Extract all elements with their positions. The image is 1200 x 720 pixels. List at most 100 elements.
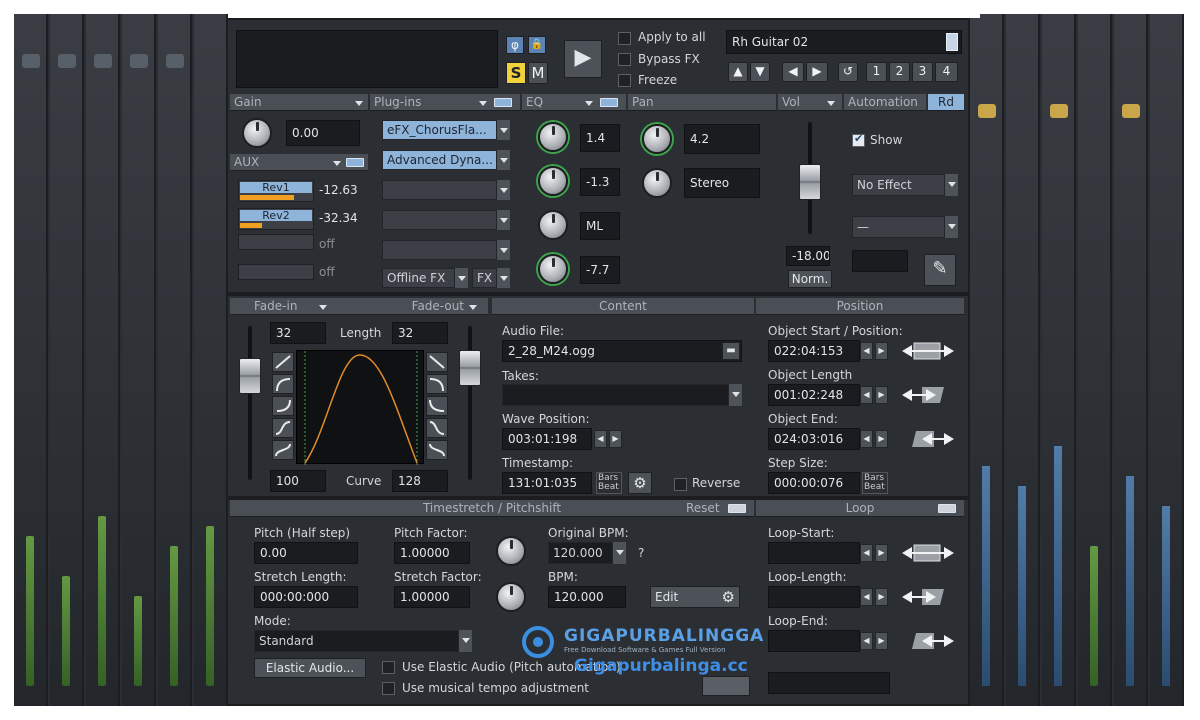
gain-value[interactable]: 0.00 (286, 120, 360, 146)
object-end-move-icon[interactable] (900, 429, 954, 449)
fade-in-curve-value[interactable]: 100 (270, 470, 326, 492)
aux-send-4-value[interactable]: off (314, 262, 360, 284)
plugin-slot-5[interactable] (382, 240, 510, 260)
loop-length-resize-icon[interactable] (900, 587, 954, 607)
fade-out-curve-log[interactable] (426, 374, 448, 394)
fade-in-header[interactable]: Fade-in (230, 298, 358, 315)
stretch-factor-field[interactable]: 1.00000 (394, 586, 470, 608)
aux-send-3-value[interactable]: off (314, 234, 360, 256)
fade-in-curve-exp[interactable] (272, 396, 294, 416)
pan-value[interactable]: 4.2 (684, 124, 760, 154)
timestamp-gear-icon[interactable]: ⚙ (628, 472, 652, 494)
pitch-field[interactable]: 0.00 (254, 542, 358, 564)
eq-value-2[interactable]: -1.3 (580, 168, 620, 196)
fade-in-slider[interactable] (239, 358, 261, 394)
stereo-knob[interactable] (642, 168, 672, 198)
fade-out-slider[interactable] (459, 350, 481, 386)
aux-led[interactable] (346, 158, 364, 167)
object-length-field[interactable]: 001:02:248 (768, 384, 860, 406)
plugin-slot-1[interactable]: eFX_ChorusFla... (382, 120, 510, 140)
solo-button[interactable]: S (506, 62, 526, 84)
gain-knob[interactable] (242, 118, 272, 148)
eq-value-1[interactable]: 1.4 (580, 124, 620, 152)
fade-in-value[interactable]: 32 (270, 322, 326, 344)
takes-dropdown[interactable] (502, 384, 742, 406)
fade-curve-display[interactable] (296, 350, 424, 465)
automation-show-checkbox[interactable]: ✔ (852, 132, 865, 147)
aux-send-3[interactable] (238, 234, 314, 250)
stretch-length-field[interactable]: 000:00:000 (254, 586, 358, 608)
automation-param-dropdown[interactable]: — (852, 216, 958, 238)
object-start-move-icon[interactable] (900, 341, 954, 361)
fade-in-curve-soft[interactable] (272, 440, 294, 460)
bypass-fx-checkbox[interactable] (618, 53, 631, 66)
object-end-spinner[interactable]: ◀ ▶ (860, 430, 888, 448)
mode-dropdown[interactable]: Standard (254, 630, 472, 652)
phase-button[interactable]: φ (506, 36, 524, 54)
object-length-spinner[interactable]: ◀ ▶ (860, 386, 888, 404)
eq-knob-3[interactable] (538, 210, 568, 240)
fade-in-curve-linear[interactable] (272, 352, 294, 372)
plugin-slot-2[interactable]: Advanced Dyna... (382, 150, 510, 170)
automation-value-field[interactable] (852, 250, 908, 272)
fade-out-value[interactable]: 32 (392, 322, 448, 344)
fade-out-curve-exp[interactable] (426, 396, 448, 416)
volume-value[interactable]: -18.00 (786, 246, 830, 266)
eq-value-3[interactable]: ML (580, 212, 620, 240)
timestretch-led[interactable] (728, 504, 746, 513)
step-size-field[interactable]: 000:00:076 (768, 472, 860, 494)
pan-mode[interactable]: Stereo (684, 168, 760, 198)
loop-led[interactable] (938, 504, 956, 513)
preset-4-button[interactable]: 4 (935, 62, 958, 82)
wave-position-field[interactable]: 003:01:198 (502, 428, 592, 450)
plugin-slot-3[interactable] (382, 180, 510, 200)
eq-value-4[interactable]: -7.7 (580, 256, 620, 284)
automation-draw-button[interactable]: ✎ (924, 254, 956, 286)
use-musical-tempo-checkbox[interactable] (382, 682, 395, 695)
offline-fx-dropdown[interactable]: Offline FX (382, 268, 468, 288)
pan-knob[interactable] (642, 124, 672, 154)
play-button[interactable]: ▶ (564, 40, 602, 78)
normalize-button[interactable]: Norm. (788, 270, 832, 288)
fade-in-slider-track[interactable] (248, 326, 252, 480)
loop-start-field[interactable] (768, 542, 860, 564)
preset-3-button[interactable]: 3 (912, 62, 933, 82)
pitch-knob[interactable] (496, 536, 526, 566)
plugin-slot-4[interactable] (382, 210, 510, 230)
object-start-spinner[interactable]: ◀ ▶ (860, 342, 888, 360)
track-color-swatch[interactable] (946, 33, 958, 51)
track-name-field[interactable]: Rh Guitar 02 (726, 30, 962, 54)
preset-2-button[interactable]: 2 (889, 62, 910, 82)
loop-start-move-icon[interactable] (900, 543, 954, 563)
loop-start-spinner[interactable]: ◀ ▶ (860, 544, 888, 562)
object-length-resize-icon[interactable] (900, 385, 954, 405)
aux-send-1[interactable]: Rev1 (238, 180, 314, 202)
fade-out-curve-value[interactable]: 128 (392, 470, 448, 492)
loop-end-move-icon[interactable] (900, 631, 954, 651)
aux-send-1-value[interactable]: -12.63 (314, 180, 360, 202)
bpm-field[interactable]: 120.000 (548, 586, 626, 608)
eq-knob-4[interactable] (538, 254, 568, 284)
reverse-checkbox[interactable] (674, 478, 687, 491)
fade-out-curve-linear[interactable] (426, 352, 448, 372)
loop-length-field[interactable] (768, 586, 860, 608)
loop-length-spinner[interactable]: ◀ ▶ (860, 588, 888, 606)
gain-header[interactable]: Gain (230, 94, 368, 111)
fx-dropdown[interactable]: FX (472, 268, 510, 288)
wave-position-spinner[interactable]: ◀ ▶ (594, 430, 622, 448)
object-start-field[interactable]: 022:04:153 (768, 340, 860, 362)
volume-fader[interactable] (799, 164, 821, 200)
fade-in-curve-scurve[interactable] (272, 418, 294, 438)
mute-button[interactable]: M (528, 62, 548, 84)
stretch-knob[interactable] (496, 582, 526, 612)
arrow-down-button[interactable]: ▼ (750, 62, 770, 82)
loop-end-field[interactable] (768, 630, 860, 652)
automation-effect-dropdown[interactable]: No Effect (852, 174, 958, 196)
eq-knob-2[interactable] (538, 166, 568, 196)
aux-send-2[interactable]: Rev2 (238, 208, 314, 230)
elastic-audio-button[interactable]: Elastic Audio... (254, 658, 366, 678)
fade-in-curve-log[interactable] (272, 374, 294, 394)
eq-knob-1[interactable] (538, 122, 568, 152)
loop-extra-field[interactable] (768, 672, 890, 694)
aux-send-4[interactable] (238, 264, 314, 280)
